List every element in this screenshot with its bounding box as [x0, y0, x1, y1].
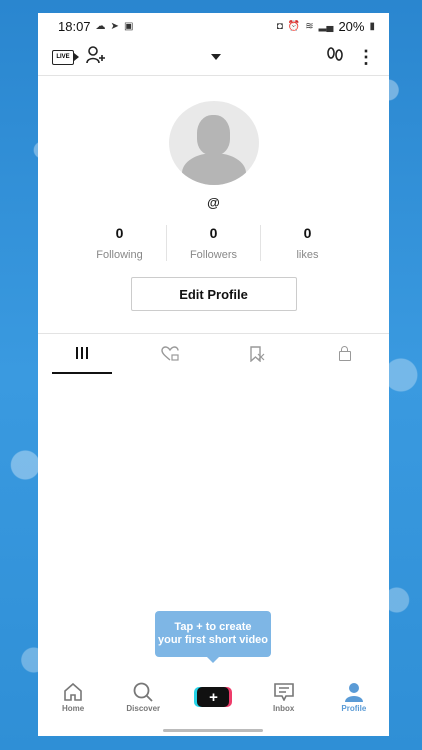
- stat-value: 0: [209, 225, 218, 241]
- status-bar: 18:07 ☁ ➤ ▣ ◘ ⏰ ≋ ▂▄ 20% ▮: [38, 13, 389, 39]
- stat-label: Followers: [189, 249, 238, 261]
- nav-label: Inbox: [272, 703, 295, 713]
- stat-likes[interactable]: 0 likes: [260, 225, 354, 261]
- username-handle: @: [207, 195, 220, 210]
- nav-label: Home: [61, 703, 85, 713]
- live-icon[interactable]: LIVE: [52, 49, 79, 65]
- nav-discover[interactable]: Discover: [113, 682, 173, 713]
- liked-icon: [160, 346, 179, 361]
- signal-icon: ▂▄: [318, 20, 334, 32]
- stat-value: 0: [115, 225, 124, 241]
- tab-favorites[interactable]: [227, 334, 287, 374]
- stat-value: 0: [303, 225, 312, 241]
- stat-label: Following: [96, 249, 143, 261]
- profile-icon: [344, 682, 364, 702]
- profile-tabs: [38, 333, 389, 374]
- tooltip-line2: your first short video: [157, 634, 269, 646]
- telegram-icon: ➤: [110, 20, 119, 32]
- videos-grid-icon: [75, 347, 88, 359]
- top-bar: LIVE ⋮: [38, 39, 389, 76]
- more-options-icon[interactable]: ⋮: [357, 47, 375, 68]
- battery-percent: 20%: [338, 18, 365, 34]
- status-time: 18:07: [58, 18, 91, 34]
- avatar[interactable]: [168, 101, 259, 185]
- profile-stats: 0 Following 0 Followers 0 likes: [73, 225, 354, 261]
- tab-liked[interactable]: [140, 334, 200, 374]
- notification-icon: ▣: [123, 20, 134, 32]
- nav-label: Profile: [341, 703, 367, 713]
- tooltip-line1: Tap + to create: [174, 621, 252, 633]
- chevron-down-icon[interactable]: [210, 54, 221, 60]
- nav-home[interactable]: Home: [43, 682, 103, 713]
- search-icon: [133, 682, 153, 702]
- stat-followers[interactable]: 0 Followers: [166, 225, 260, 261]
- home-indicator[interactable]: [163, 729, 263, 732]
- bottom-nav: Home Discover + Inbox Profile: [38, 674, 389, 720]
- battery-icon: ▮: [369, 20, 375, 32]
- add-user-icon[interactable]: [86, 45, 106, 69]
- wifi-icon: ≋: [305, 20, 314, 32]
- stat-following[interactable]: 0 Following: [73, 225, 166, 261]
- cloud-icon: ☁: [95, 20, 106, 32]
- create-plus-button[interactable]: +: [197, 687, 230, 707]
- lock-status-icon: ◘: [276, 20, 283, 32]
- favorites-icon: [250, 346, 265, 362]
- create-video-tooltip: Tap + to create your first short video: [155, 611, 271, 663]
- home-icon: [63, 682, 83, 702]
- nav-create[interactable]: +: [183, 687, 243, 707]
- nav-inbox[interactable]: Inbox: [254, 682, 314, 713]
- inbox-icon: [273, 682, 294, 702]
- private-lock-icon: [339, 346, 352, 361]
- tab-private[interactable]: [315, 334, 375, 374]
- nav-label: Discover: [126, 703, 161, 713]
- profile-header: @ 0 Following 0 Followers 0 likes Edit P…: [38, 76, 389, 311]
- app-screen: 18:07 ☁ ➤ ▣ ◘ ⏰ ≋ ▂▄ 20% ▮ LIVE ⋮ @ 0 Fo…: [38, 13, 389, 736]
- edit-profile-button[interactable]: Edit Profile: [130, 277, 297, 311]
- nav-profile[interactable]: Profile: [324, 682, 384, 713]
- stat-label: likes: [296, 249, 319, 261]
- tab-videos[interactable]: [51, 334, 112, 374]
- alarm-icon: ⏰: [287, 20, 301, 32]
- footprint-icon[interactable]: [325, 46, 345, 69]
